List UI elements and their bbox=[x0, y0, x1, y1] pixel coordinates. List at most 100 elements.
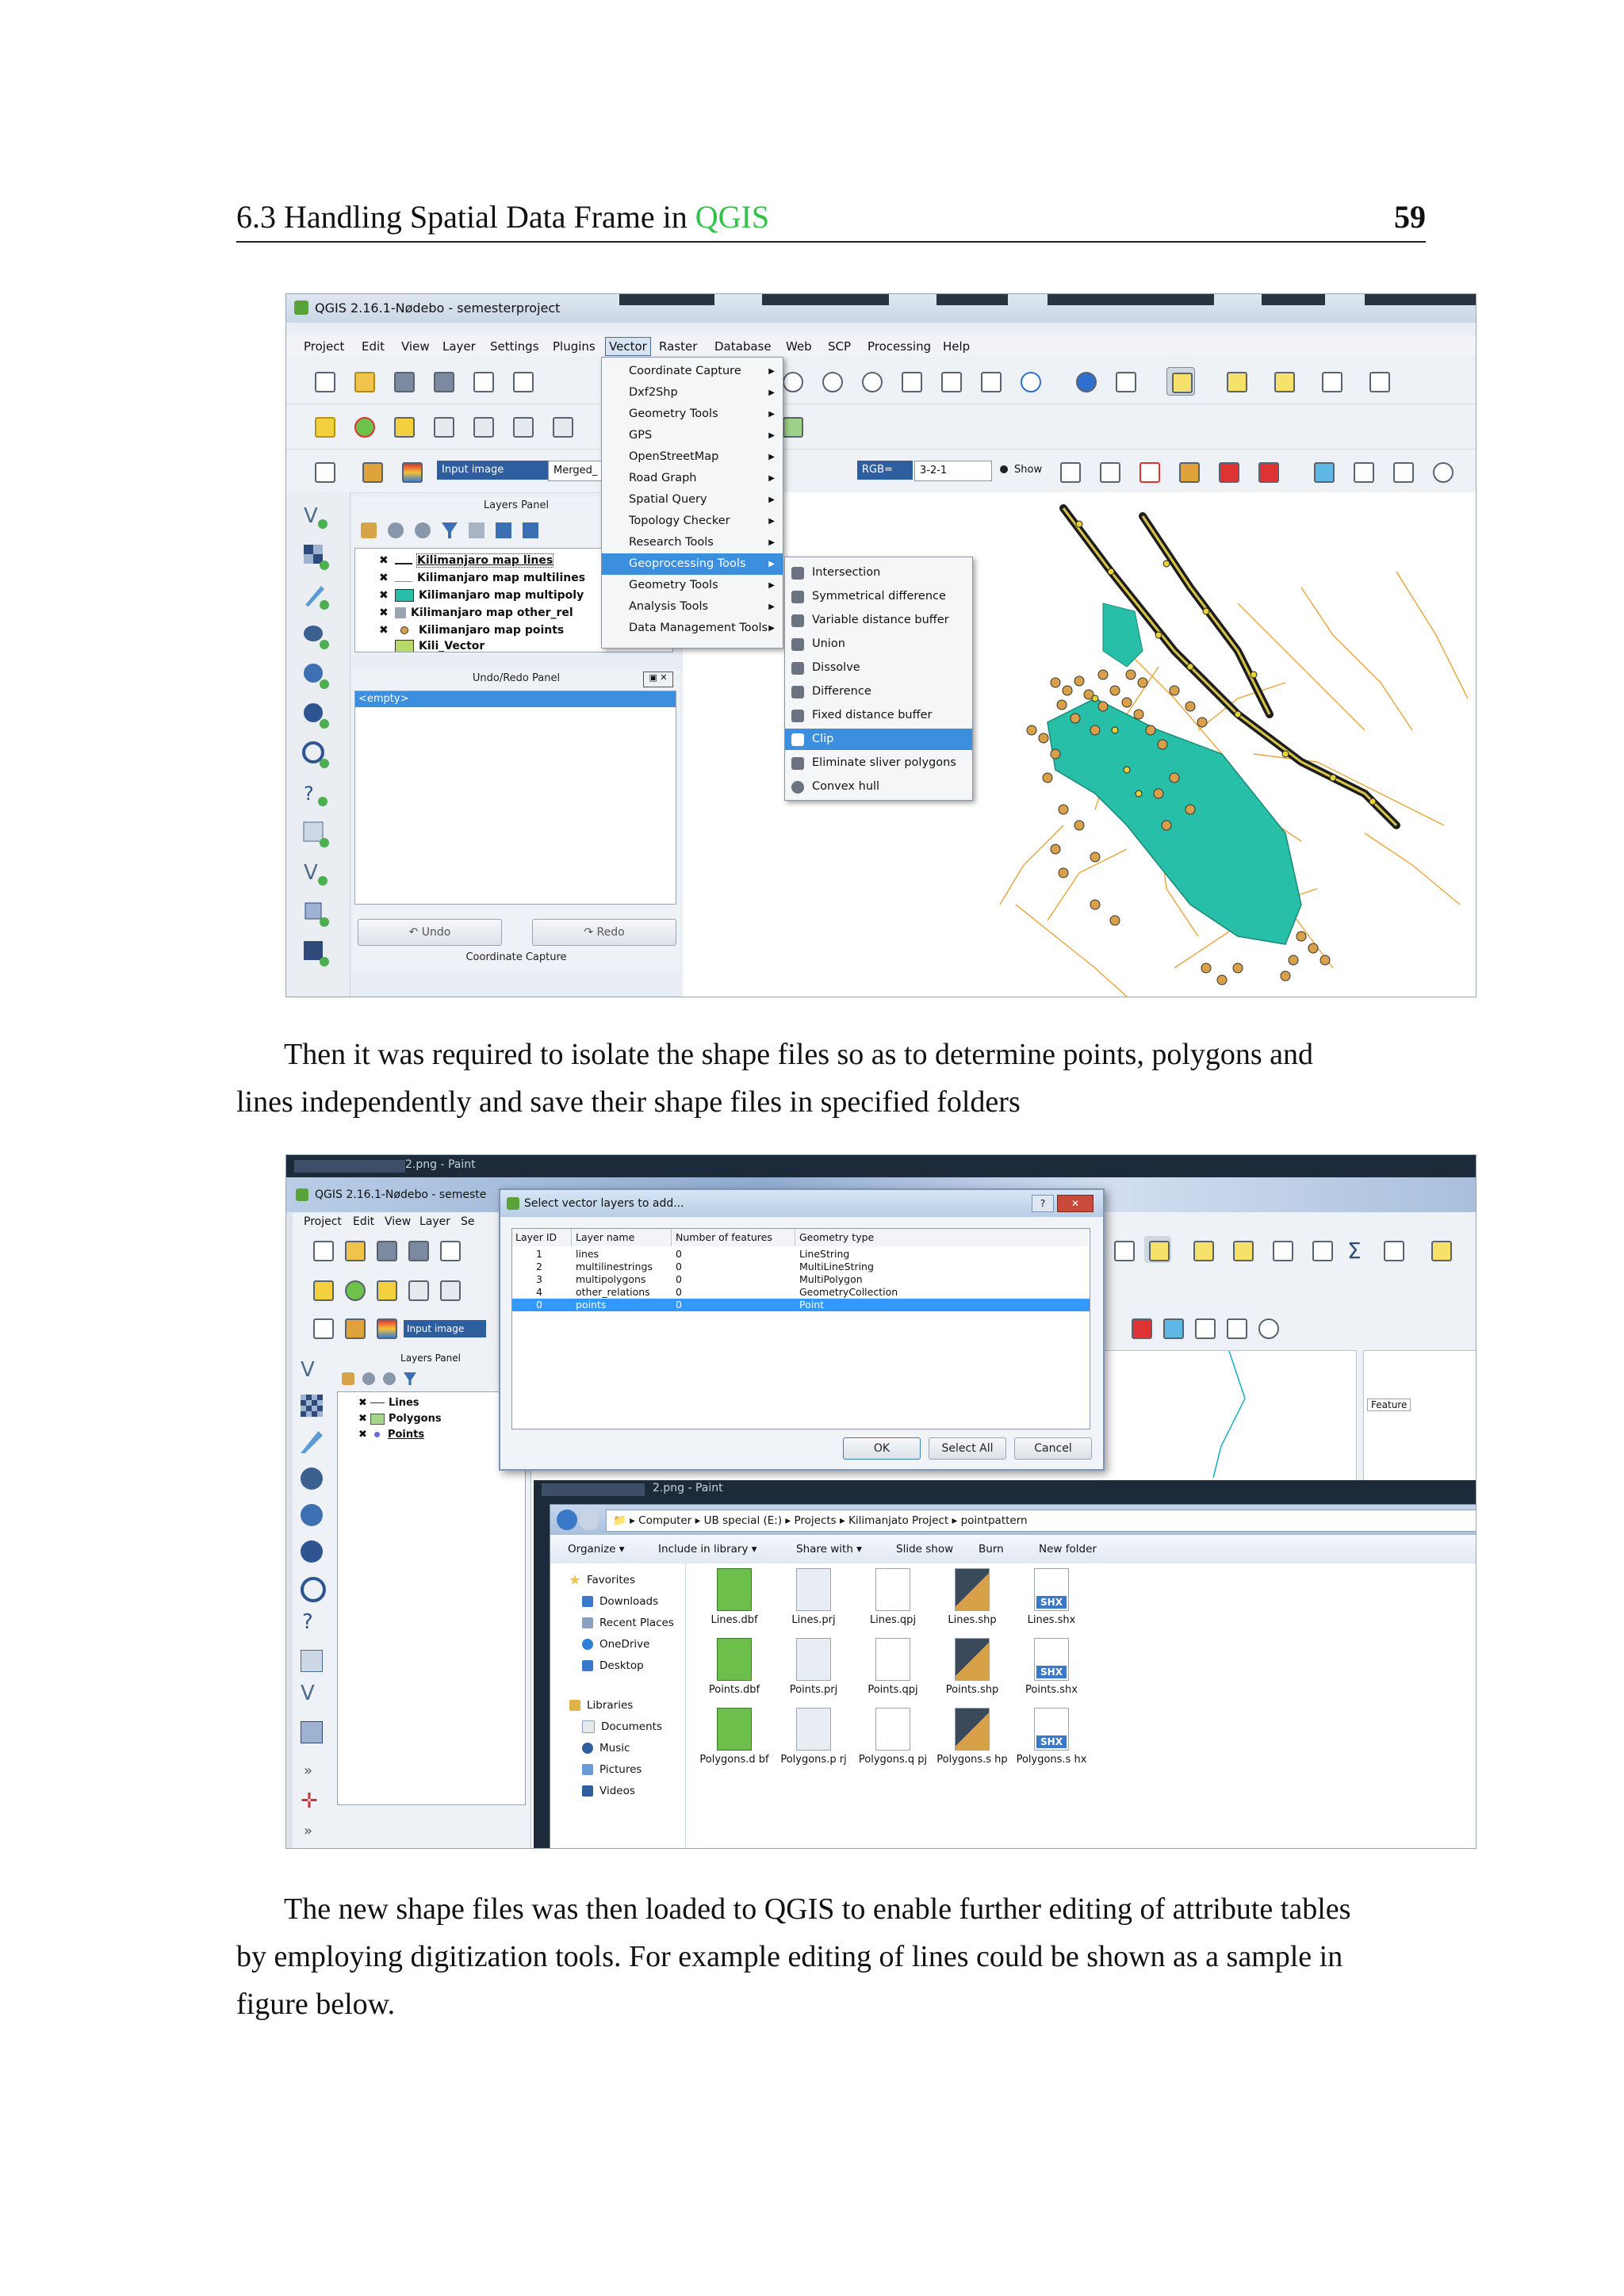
add-delimited-text-icon[interactable]: ? bbox=[302, 1610, 313, 1634]
file-item-shp[interactable]: Polygons.s hp bbox=[933, 1708, 1012, 1766]
menu-item-road-graph[interactable]: Road Graph ▶ bbox=[602, 468, 783, 489]
label-abc-icon[interactable] bbox=[308, 1276, 335, 1303]
highlight-labels-icon[interactable] bbox=[404, 1276, 431, 1303]
share-with-button[interactable]: Share with ▾ bbox=[796, 1543, 862, 1556]
presentation-icon[interactable] bbox=[1222, 1314, 1249, 1341]
column-header-number-of-features[interactable]: Number of features bbox=[672, 1229, 795, 1246]
add-group-icon[interactable] bbox=[388, 522, 404, 538]
expand-all-icon[interactable] bbox=[496, 522, 511, 538]
file-item-dbf[interactable]: Polygons.d bf bbox=[695, 1708, 774, 1766]
menu-item-symmetrical-difference[interactable]: Symmetrical difference bbox=[785, 586, 972, 607]
organize-button[interactable]: Organize ▾ bbox=[568, 1543, 625, 1556]
measure-line-icon[interactable] bbox=[1379, 1236, 1406, 1263]
menu-item-intersection[interactable]: Intersection bbox=[785, 562, 972, 584]
deselect-icon[interactable] bbox=[1270, 367, 1297, 394]
menu-settings[interactable]: Settings bbox=[490, 339, 539, 354]
menu-item-analysis-tools[interactable]: Analysis Tools ▶ bbox=[602, 596, 783, 618]
checkbox-checked-icon[interactable]: ✖ bbox=[379, 569, 390, 587]
new-project-icon[interactable] bbox=[308, 1236, 335, 1263]
menu-item-topology-checker[interactable]: Topology Checker ▶ bbox=[602, 511, 783, 532]
ok-button[interactable]: OK bbox=[843, 1437, 921, 1460]
panel-float-close-icon[interactable]: ▣ ✕ bbox=[643, 672, 673, 687]
breadcrumb-item[interactable]: Projects bbox=[794, 1514, 836, 1527]
menu-item-union[interactable]: Union bbox=[785, 633, 972, 655]
scp-dock-icon[interactable] bbox=[358, 457, 385, 484]
zoom-full-icon[interactable] bbox=[897, 367, 924, 394]
checkbox-checked-icon[interactable]: ✖ bbox=[379, 604, 390, 622]
layer-row[interactable]: ✖ Polygons bbox=[358, 1413, 442, 1425]
add-oracle-icon[interactable] bbox=[301, 938, 329, 966]
nav-favorites[interactable]: Favorites bbox=[569, 1570, 635, 1590]
add-raster-layer-icon[interactable] bbox=[301, 1395, 323, 1417]
tools-icon[interactable] bbox=[1190, 1314, 1217, 1341]
checkbox-checked-icon[interactable]: ✖ bbox=[379, 622, 390, 639]
file-item-dbf[interactable]: Points.dbf bbox=[695, 1638, 774, 1697]
annotation-icon[interactable] bbox=[1427, 1236, 1454, 1263]
menu-vector[interactable]: Vector bbox=[605, 337, 651, 356]
layer-row[interactable]: ✖ Kilimanjaro map lines bbox=[379, 552, 554, 569]
menu-web[interactable]: Web bbox=[786, 339, 812, 354]
composer-manager-icon[interactable] bbox=[508, 367, 535, 394]
new-shapefile-icon[interactable]: V bbox=[301, 1682, 315, 1705]
layer-row[interactable]: ✖ Lines bbox=[358, 1397, 419, 1409]
menu-item-coordinate-capture[interactable]: Coordinate Capture ▶ bbox=[602, 361, 783, 382]
presentation-icon[interactable] bbox=[1388, 457, 1415, 484]
layer-row[interactable]: ✖ Kilimanjaro map other_rel bbox=[379, 604, 573, 622]
checkbox-checked-icon[interactable]: ✖ bbox=[358, 1413, 367, 1425]
nav-recent-places[interactable]: Recent Places bbox=[582, 1613, 674, 1633]
checkbox-checked-icon[interactable]: ✖ bbox=[379, 587, 390, 604]
save-project-icon[interactable] bbox=[372, 1236, 399, 1263]
band-set-icon[interactable] bbox=[1309, 457, 1336, 484]
menu-raster[interactable]: Raster bbox=[659, 339, 697, 354]
menu-project[interactable]: Project bbox=[304, 1215, 342, 1228]
classification-icon[interactable] bbox=[1127, 1314, 1154, 1341]
diagram-icon[interactable] bbox=[340, 1276, 367, 1303]
menu-layer[interactable]: Layer bbox=[419, 1215, 450, 1228]
save-project-icon[interactable] bbox=[389, 367, 416, 394]
file-item-shp[interactable]: Points.shp bbox=[933, 1638, 1012, 1697]
table-row-selected[interactable]: 0 points 0 Point bbox=[512, 1299, 1090, 1311]
add-virtual-layer-icon[interactable] bbox=[301, 1650, 323, 1672]
menu-plugins[interactable]: Plugins bbox=[553, 339, 596, 354]
menu-item-dissolve[interactable]: Dissolve bbox=[785, 657, 972, 679]
menu-item-eliminate-sliver-polygons[interactable]: Eliminate sliver polygons bbox=[785, 752, 972, 774]
save-as-icon[interactable] bbox=[404, 1236, 431, 1263]
breadcrumb-item[interactable]: Computer bbox=[638, 1514, 691, 1527]
select-features-icon[interactable] bbox=[1166, 367, 1195, 396]
file-item-qpj[interactable]: Points.qpj bbox=[853, 1638, 933, 1697]
file-item-shp[interactable]: Lines.shp bbox=[933, 1568, 1012, 1627]
measure-icon[interactable] bbox=[1109, 1236, 1136, 1263]
add-spatialite-icon[interactable] bbox=[301, 581, 329, 610]
filter-icon[interactable] bbox=[404, 1372, 416, 1385]
expand-toolbar-icon[interactable]: » bbox=[304, 1762, 312, 1779]
roi-icon[interactable] bbox=[1174, 457, 1201, 484]
tools-icon[interactable] bbox=[1349, 457, 1376, 484]
menu-view[interactable]: View bbox=[385, 1215, 411, 1228]
help-icon[interactable]: ? bbox=[1032, 1195, 1054, 1212]
visibility-icon[interactable] bbox=[383, 1372, 396, 1385]
forward-arrow-icon[interactable] bbox=[579, 1510, 599, 1530]
add-delimited-text-icon[interactable]: ? bbox=[301, 779, 329, 808]
file-item-prj[interactable]: Polygons.p rj bbox=[774, 1708, 853, 1766]
select-expression-icon[interactable] bbox=[1189, 1236, 1216, 1263]
zoom-layer-icon[interactable] bbox=[936, 367, 963, 394]
cancel-button[interactable]: Cancel bbox=[1014, 1437, 1092, 1460]
style-icon[interactable] bbox=[361, 522, 377, 538]
section-title-link[interactable]: QGIS bbox=[695, 199, 769, 235]
input-image-field[interactable]: Input image bbox=[437, 461, 551, 480]
menu-item-variable-distance-buffer[interactable]: Variable distance buffer bbox=[785, 610, 972, 631]
select-features-icon[interactable] bbox=[1144, 1236, 1171, 1263]
open-project-icon[interactable] bbox=[340, 1236, 367, 1263]
undo-button[interactable]: ↶ Undo bbox=[358, 919, 502, 946]
add-wfs-icon[interactable] bbox=[301, 740, 329, 768]
file-item-prj[interactable]: Points.prj bbox=[774, 1638, 853, 1697]
print-composer-icon[interactable] bbox=[469, 367, 496, 394]
layer-row[interactable]: ✖ Kilimanjaro map multilines bbox=[379, 569, 585, 587]
add-virtual-layer-icon[interactable] bbox=[301, 819, 329, 848]
preview-icon[interactable] bbox=[1254, 457, 1281, 484]
menu-item-geoprocessing-tools[interactable]: Geoprocessing Tools ▶ bbox=[602, 553, 783, 575]
menu-settings[interactable]: Se bbox=[461, 1215, 475, 1228]
crosshair-icon[interactable]: ✛ bbox=[301, 1789, 318, 1813]
menu-processing[interactable]: Processing bbox=[868, 339, 931, 354]
nav-music[interactable]: Music bbox=[582, 1738, 630, 1758]
